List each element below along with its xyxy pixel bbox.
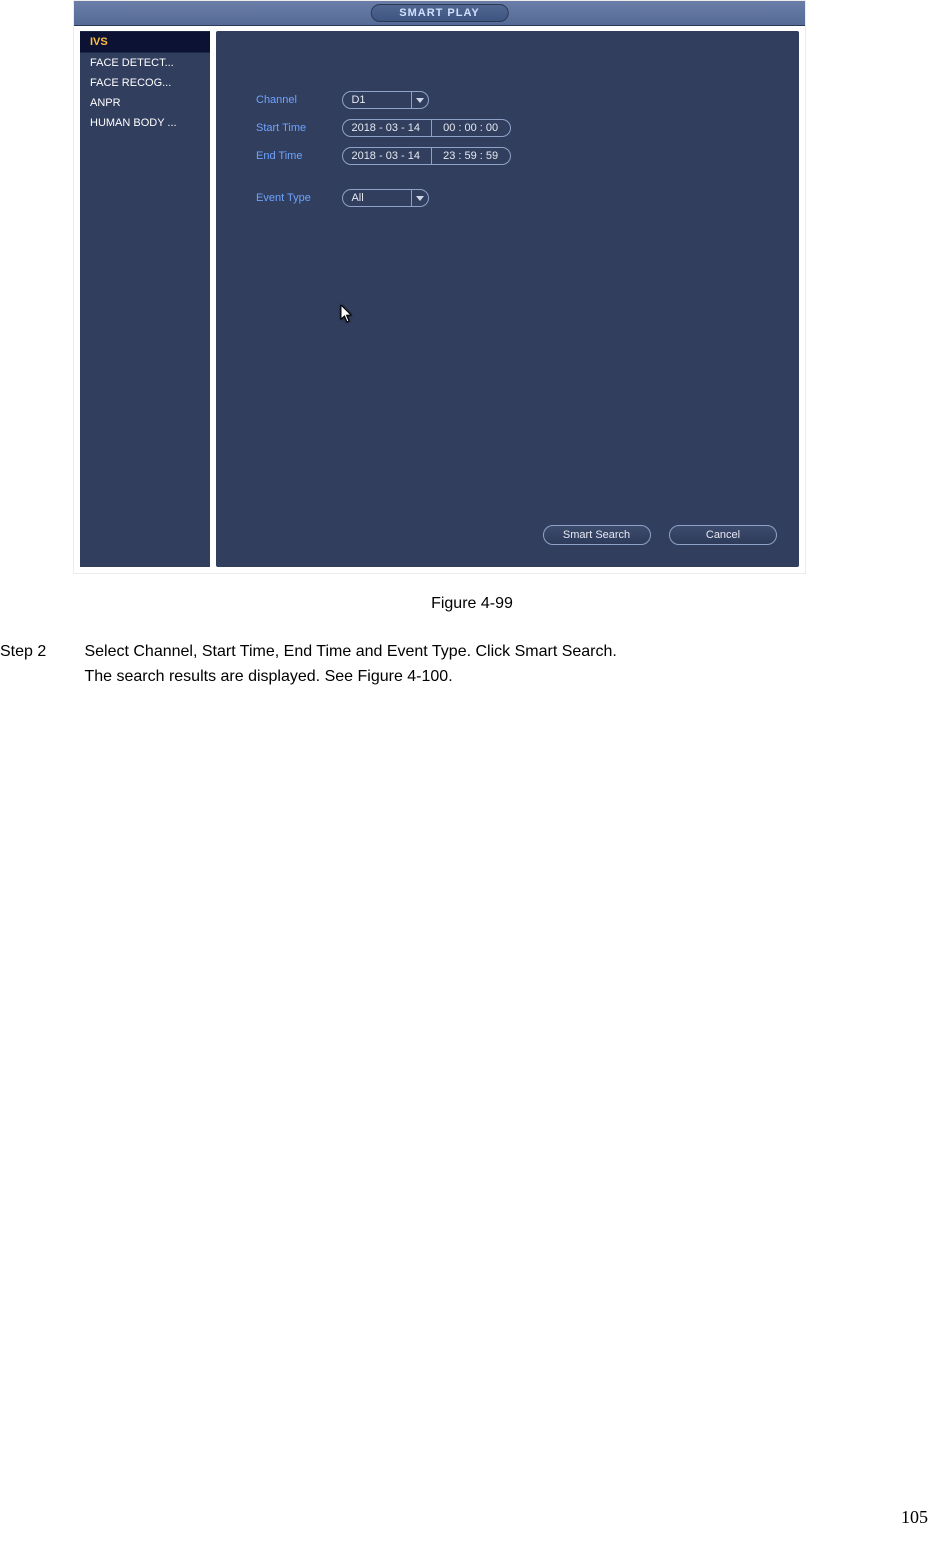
label-start-time: Start Time bbox=[256, 122, 338, 134]
step-label: Step 2 bbox=[0, 640, 80, 665]
channel-value: D1 bbox=[343, 92, 407, 108]
row-start-time: Start Time 2018 - 03 - 14 00 : 00 : 00 bbox=[256, 119, 511, 139]
window-title: SMART PLAY bbox=[370, 4, 509, 22]
step-text: Select Channel, Start Time, End Time and… bbox=[84, 640, 904, 690]
figure-caption: Figure 4-99 bbox=[0, 595, 944, 613]
sidebar-item-face-detect[interactable]: FACE DETECT... bbox=[80, 53, 210, 73]
cursor-icon bbox=[340, 305, 354, 323]
page-number: 105 bbox=[901, 1507, 928, 1528]
sidebar: IVS FACE DETECT... FACE RECOG... ANPR HU… bbox=[80, 31, 210, 567]
chevron-down-icon bbox=[411, 92, 428, 108]
row-channel: Channel D1 bbox=[256, 91, 429, 111]
row-event-type: Event Type All bbox=[256, 189, 429, 209]
cancel-button[interactable]: Cancel bbox=[669, 525, 777, 545]
start-date-value: 2018 - 03 - 14 bbox=[343, 120, 428, 136]
channel-select[interactable]: D1 bbox=[342, 91, 428, 109]
start-time-value: 00 : 00 : 00 bbox=[435, 120, 510, 136]
divider bbox=[431, 148, 432, 164]
step-block: Step 2 Select Channel, Start Time, End T… bbox=[0, 640, 944, 690]
end-time-value: 23 : 59 : 59 bbox=[435, 148, 510, 164]
label-channel: Channel bbox=[256, 94, 338, 106]
step-line-1: Select Channel, Start Time, End Time and… bbox=[84, 643, 616, 660]
smart-search-button[interactable]: Smart Search bbox=[543, 525, 651, 545]
label-event-type: Event Type bbox=[256, 192, 338, 204]
divider bbox=[431, 120, 432, 136]
app-window: SMART PLAY IVS FACE DETECT... FACE RECOG… bbox=[73, 0, 806, 574]
button-row: Smart Search Cancel bbox=[529, 525, 777, 545]
step-line-2: The search results are displayed. See Fi… bbox=[84, 668, 452, 685]
sidebar-item-anpr[interactable]: ANPR bbox=[80, 93, 210, 113]
chevron-down-icon bbox=[411, 190, 428, 206]
end-time-input[interactable]: 2018 - 03 - 14 23 : 59 : 59 bbox=[342, 147, 511, 165]
start-time-input[interactable]: 2018 - 03 - 14 00 : 00 : 00 bbox=[342, 119, 511, 137]
title-bar: SMART PLAY bbox=[74, 1, 805, 26]
sidebar-item-face-recog[interactable]: FACE RECOG... bbox=[80, 73, 210, 93]
end-date-value: 2018 - 03 - 14 bbox=[343, 148, 428, 164]
label-end-time: End Time bbox=[256, 150, 338, 162]
sidebar-item-ivs[interactable]: IVS bbox=[80, 31, 210, 53]
row-end-time: End Time 2018 - 03 - 14 23 : 59 : 59 bbox=[256, 147, 511, 167]
main-panel: Channel D1 Start Time 2018 - 03 - 14 00 … bbox=[216, 31, 799, 567]
event-type-value: All bbox=[343, 190, 407, 206]
sidebar-item-human-body[interactable]: HUMAN BODY ... bbox=[80, 113, 210, 133]
event-type-select[interactable]: All bbox=[342, 189, 428, 207]
